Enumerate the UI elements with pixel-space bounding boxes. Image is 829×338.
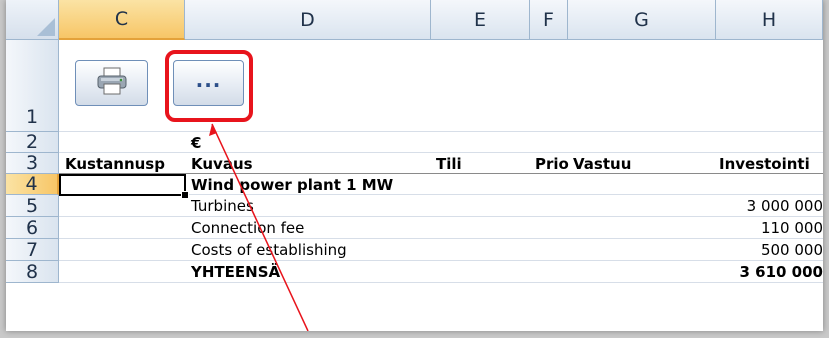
spreadsheet: C D E F G H 1 2 3 4 5 6 7 8 ... € Kustan… <box>6 0 823 331</box>
annotation-arrow <box>209 123 309 331</box>
